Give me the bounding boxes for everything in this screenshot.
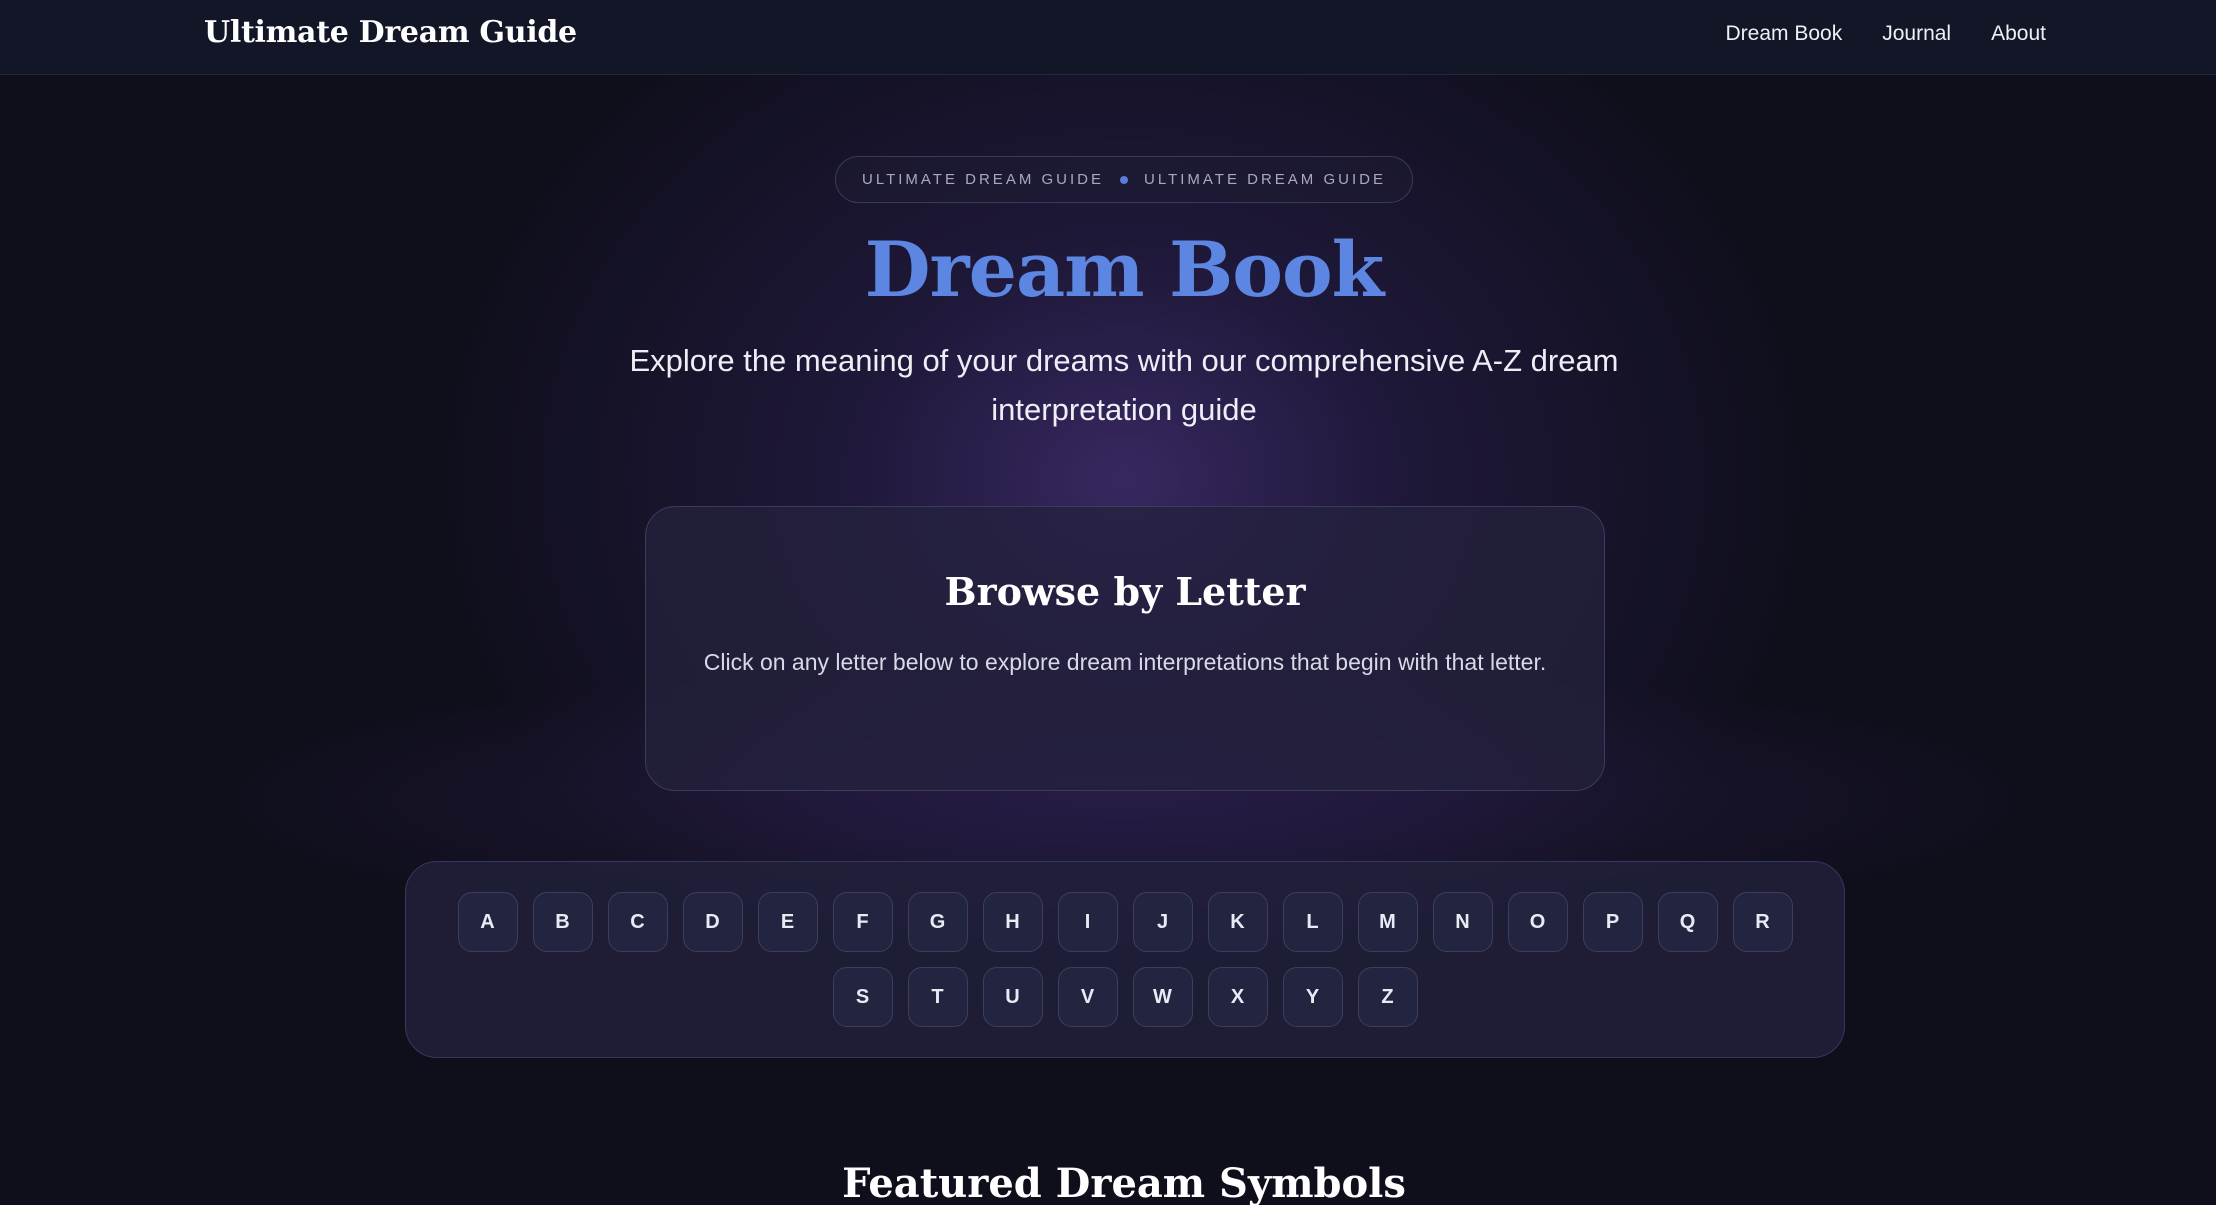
site-logo[interactable]: Ultimate Dream Guide [204, 15, 577, 50]
letter-button-p[interactable]: P [1582, 892, 1643, 952]
page-subtitle: Explore the meaning of your dreams with … [629, 343, 1619, 427]
letter-index: A B C D E F G H I J K L M N O P Q R S T … [405, 861, 1845, 1058]
badge-dot-icon [1120, 175, 1128, 184]
letter-button-r[interactable]: R [1732, 892, 1793, 952]
letter-button-a[interactable]: A [457, 892, 518, 952]
letter-button-n[interactable]: N [1432, 892, 1493, 952]
letter-button-y[interactable]: Y [1282, 967, 1343, 1027]
letter-button-u[interactable]: U [982, 967, 1043, 1027]
page-title: Dream Book [864, 225, 1385, 314]
letter-button-q[interactable]: Q [1657, 892, 1718, 952]
letter-button-f[interactable]: F [832, 892, 893, 952]
letter-button-g[interactable]: G [907, 892, 968, 952]
nav-dream-book[interactable]: Dream Book [1726, 22, 1843, 46]
letter-button-t[interactable]: T [907, 967, 968, 1027]
browse-card: Browse by Letter Click on any letter bel… [645, 506, 1605, 791]
letter-button-i[interactable]: I [1057, 892, 1118, 952]
letter-button-o[interactable]: O [1507, 892, 1568, 952]
letter-button-k[interactable]: K [1207, 892, 1268, 952]
letter-button-m[interactable]: M [1357, 892, 1418, 952]
letter-button-z[interactable]: Z [1357, 967, 1418, 1027]
featured-symbols-title: Featured Dream Symbols [842, 1160, 1406, 1205]
letter-button-b[interactable]: B [532, 892, 593, 952]
site-header: Ultimate Dream Guide Dream Book Journal … [0, 0, 2216, 75]
main-nav: Dream Book Journal About [1726, 22, 2047, 46]
badge-text-left: ULTIMATE DREAM GUIDE [862, 171, 1104, 188]
letter-button-h[interactable]: H [982, 892, 1043, 952]
badge-text-right: ULTIMATE DREAM GUIDE [1144, 171, 1386, 188]
page: Ultimate Dream Guide Dream Book Journal … [0, 0, 2216, 1205]
letter-row-2: S T U V W X Y Z [406, 967, 1844, 1027]
letter-button-v[interactable]: V [1057, 967, 1118, 1027]
letter-button-j[interactable]: J [1132, 892, 1193, 952]
browse-description: Click on any letter below to explore dre… [703, 649, 1547, 675]
browse-title: Browse by Letter [944, 569, 1306, 614]
letter-row-1: A B C D E F G H I J K L M N O P Q R [406, 892, 1844, 952]
letter-button-l[interactable]: L [1282, 892, 1343, 952]
letter-button-s[interactable]: S [832, 967, 893, 1027]
letter-button-x[interactable]: X [1207, 967, 1268, 1027]
letter-button-c[interactable]: C [607, 892, 668, 952]
nav-about[interactable]: About [1991, 22, 2046, 46]
nav-journal[interactable]: Journal [1882, 22, 1951, 46]
hero-badge: ULTIMATE DREAM GUIDE ULTIMATE DREAM GUID… [835, 156, 1413, 203]
letter-button-e[interactable]: E [757, 892, 818, 952]
letter-button-w[interactable]: W [1132, 967, 1193, 1027]
letter-button-d[interactable]: D [682, 892, 743, 952]
